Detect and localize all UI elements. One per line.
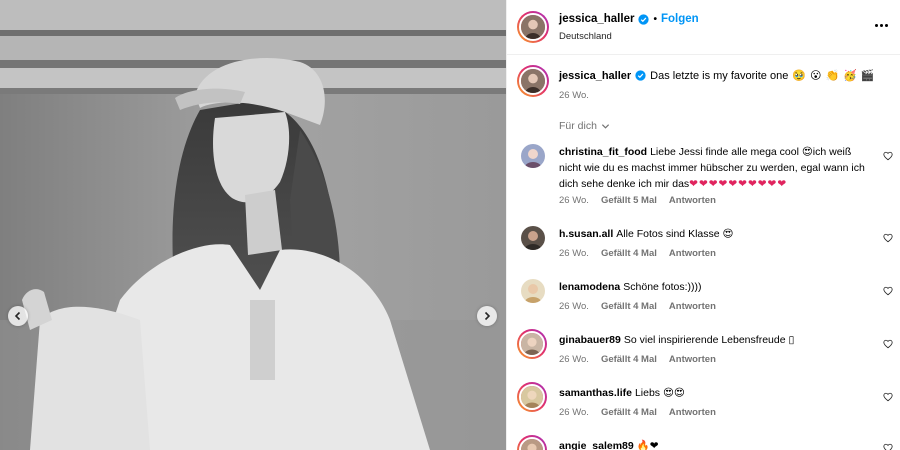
- caption-text: Das letzte is my favorite one: [650, 69, 789, 82]
- caption-username[interactable]: jessica_haller: [559, 70, 631, 82]
- post-photo[interactable]: [0, 0, 506, 450]
- commenter-avatar[interactable]: [521, 226, 545, 250]
- comment-time[interactable]: 26 Wo.: [559, 407, 589, 418]
- reply-button[interactable]: Antworten: [669, 407, 716, 418]
- comment-username[interactable]: christina_fit_food: [559, 146, 647, 158]
- comment-likes[interactable]: Gefällt 5 Mal: [601, 195, 657, 206]
- comment-likes[interactable]: Gefällt 4 Mal: [601, 301, 657, 312]
- comment-meta: 26 Wo. Gefällt 4 Mal Antworten: [559, 301, 716, 312]
- commenter-avatar[interactable]: [517, 329, 547, 359]
- reply-button[interactable]: Antworten: [669, 248, 716, 259]
- caption-emoji: 🥳: [843, 70, 857, 82]
- comment-text: Alle Fotos sind Klasse 😍: [616, 228, 734, 240]
- follow-button[interactable]: Folgen: [661, 13, 699, 25]
- heart-outline-icon[interactable]: [883, 286, 893, 296]
- author-username[interactable]: jessica_haller: [559, 13, 634, 25]
- post-location[interactable]: Deutschland: [559, 31, 612, 42]
- caption-emoji: 🎬: [860, 70, 875, 82]
- photo-image: [0, 0, 506, 450]
- heart-outline-icon[interactable]: [883, 443, 893, 450]
- caption-emoji: 😮: [810, 70, 822, 82]
- comment-meta: 26 Wo. Gefällt 5 Mal Antworten: [559, 195, 716, 206]
- comment-meta: 26 Wo. Gefällt 4 Mal Antworten: [559, 354, 716, 365]
- comment-text: Schöne fotos:)))): [623, 281, 702, 293]
- header-separator: •: [653, 13, 657, 25]
- comment-username[interactable]: samanthas.life: [559, 387, 632, 399]
- comment-text: 🔥❤: [636, 440, 659, 450]
- post-side-panel: jessica_haller • Folgen Deutschland jess…: [506, 0, 900, 450]
- author-avatar[interactable]: [517, 11, 549, 43]
- reply-button[interactable]: Antworten: [669, 301, 716, 312]
- caption-time[interactable]: 26 Wo.: [559, 90, 589, 101]
- sort-label: Für dich: [559, 120, 597, 132]
- comment-likes[interactable]: Gefällt 4 Mal: [601, 354, 657, 365]
- more-options-icon[interactable]: [875, 20, 891, 30]
- comment-likes[interactable]: Gefällt 4 Mal: [601, 407, 657, 418]
- post-header: jessica_haller • Folgen Deutschland: [507, 0, 900, 55]
- comment-sort-dropdown[interactable]: Für dich: [559, 120, 610, 132]
- comment-username[interactable]: angie_salem89: [559, 440, 634, 450]
- comment-body: h.susan.all Alle Fotos sind Klasse 😍: [559, 226, 871, 242]
- heart-outline-icon[interactable]: [883, 151, 893, 161]
- caption-emoji: 👏: [825, 70, 840, 82]
- comment-time[interactable]: 26 Wo.: [559, 248, 589, 259]
- commenter-avatar[interactable]: [517, 382, 547, 412]
- comment-text: Liebs 😍😍: [634, 387, 685, 399]
- chevron-right-icon: [484, 311, 491, 321]
- commenter-avatar[interactable]: [517, 435, 547, 450]
- next-photo-button[interactable]: [477, 306, 497, 326]
- comment-body: samanthas.life Liebs 😍😍: [559, 385, 871, 401]
- caption-emoji: 🥹: [792, 70, 807, 82]
- previous-photo-button[interactable]: [8, 306, 28, 326]
- comment-time[interactable]: 26 Wo.: [559, 354, 589, 365]
- comment-meta: 26 Wo. Gefällt 4 Mal Antworten: [559, 248, 716, 259]
- comment-time[interactable]: 26 Wo.: [559, 301, 589, 312]
- comment-username[interactable]: ginabauer89: [559, 334, 621, 346]
- verified-badge-icon: [635, 70, 646, 81]
- heart-outline-icon[interactable]: [883, 233, 893, 243]
- heart-outline-icon[interactable]: [883, 339, 893, 349]
- comment-time[interactable]: 26 Wo.: [559, 195, 589, 206]
- commenter-avatar[interactable]: [521, 144, 545, 168]
- comment-text: So viel inspirierende Lebensfreude ▯: [623, 334, 795, 346]
- chevron-down-icon: [601, 123, 610, 129]
- comment-heart-emojis: ❤❤❤❤❤❤❤❤❤❤: [689, 178, 788, 190]
- comment-body: lenamodena Schöne fotos:)))): [559, 279, 871, 295]
- chevron-left-icon: [14, 311, 21, 321]
- reply-button[interactable]: Antworten: [669, 195, 716, 206]
- comment-username[interactable]: lenamodena: [559, 281, 620, 293]
- comment-body: ginabauer89 So viel inspirierende Lebensf…: [559, 332, 871, 348]
- heart-outline-icon[interactable]: [883, 392, 893, 402]
- comment-meta: 26 Wo. Gefällt 4 Mal Antworten: [559, 407, 716, 418]
- comment-body: christina_fit_food Liebe Jessi finde alle…: [559, 144, 871, 192]
- commenter-avatar[interactable]: [521, 279, 545, 303]
- comment-body: angie_salem89 🔥❤: [559, 438, 871, 450]
- reply-button[interactable]: Antworten: [669, 354, 716, 365]
- verified-badge-icon: [638, 13, 650, 25]
- comment-username[interactable]: h.susan.all: [559, 228, 613, 240]
- comment-likes[interactable]: Gefällt 4 Mal: [601, 248, 657, 259]
- caption-avatar[interactable]: [517, 65, 549, 97]
